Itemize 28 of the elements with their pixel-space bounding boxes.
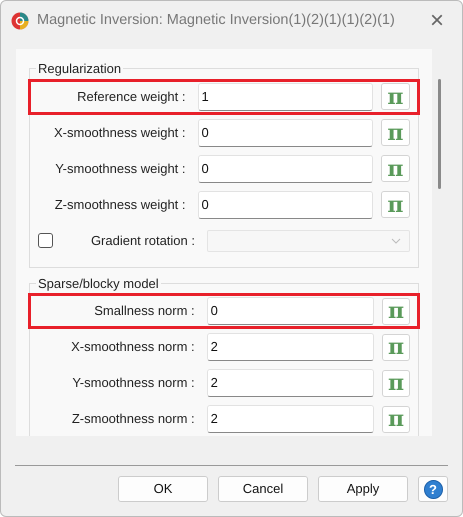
dialog-button[interactable]: OK bbox=[118, 476, 208, 502]
scrollbar-thumb[interactable] bbox=[438, 79, 441, 189]
input-field[interactable]: 0 bbox=[198, 118, 373, 146]
field-label: Y-smoothness weight : bbox=[54, 160, 187, 178]
input-field[interactable]: 0 bbox=[206, 297, 374, 325]
app-logo-icon bbox=[11, 12, 29, 30]
input-field[interactable]: 0 bbox=[198, 154, 373, 182]
close-button[interactable]: × bbox=[422, 6, 452, 36]
group-title: Regularization bbox=[37, 60, 122, 78]
field-label: Smallness norm : bbox=[93, 302, 196, 320]
window-title: Magnetic Inversion: Magnetic Inversion(1)(2)(1)(1)(2)(1) bbox=[37, 11, 395, 30]
input-field[interactable]: 2 bbox=[206, 369, 374, 397]
field-label: Reference weight : bbox=[76, 88, 187, 106]
field-label: Z-smoothness norm : bbox=[70, 410, 196, 428]
field-label: X-smoothness weight : bbox=[53, 124, 187, 142]
help-button[interactable]: ? bbox=[418, 476, 448, 502]
group-title: Sparse/blocky model bbox=[37, 274, 160, 293]
dialog-button[interactable]: Apply bbox=[318, 476, 408, 502]
field-label: Y-smoothness norm : bbox=[71, 374, 196, 392]
dialog-button[interactable]: Cancel bbox=[218, 476, 308, 502]
input-field[interactable]: 0 bbox=[198, 190, 373, 218]
field-label: X-smoothness norm : bbox=[70, 338, 196, 356]
field-label: Gradient rotation : bbox=[90, 232, 196, 250]
field-label: Z-smoothness weight : bbox=[54, 196, 187, 214]
input-field[interactable]: 2 bbox=[206, 405, 374, 433]
input-field[interactable]: 1 bbox=[198, 82, 373, 110]
chevron-down-icon bbox=[391, 238, 401, 244]
input-field[interactable]: 2 bbox=[206, 333, 374, 361]
